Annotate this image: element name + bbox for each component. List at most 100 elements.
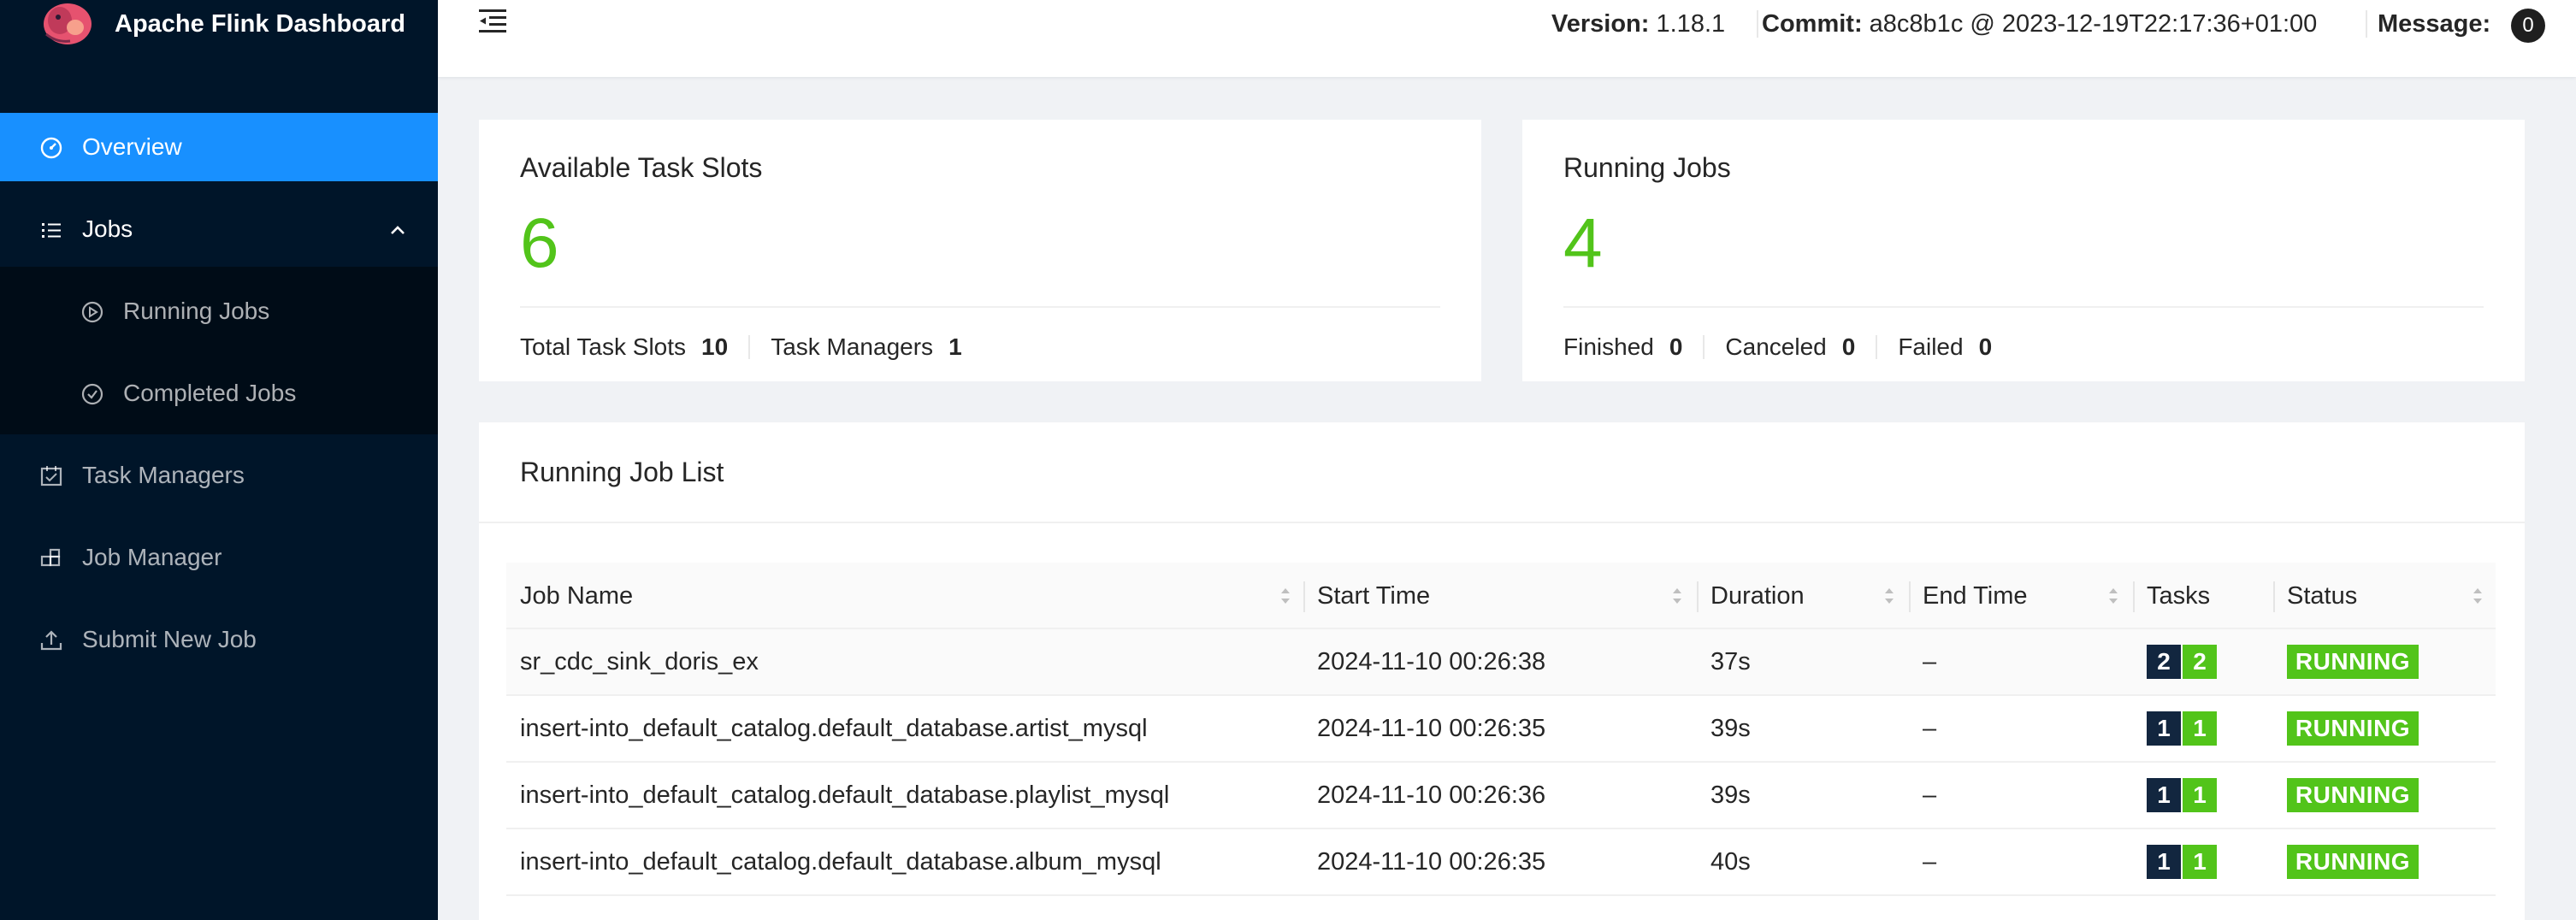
column-label: Duration <box>1710 581 1805 610</box>
start-time-cell: 2024-11-10 00:26:38 <box>1317 647 1546 675</box>
build-icon <box>40 548 61 567</box>
duration-cell: 39s <box>1710 714 1751 742</box>
header-divider <box>1757 10 1758 38</box>
available-slots-value: 6 <box>520 204 559 282</box>
divider <box>479 522 2525 523</box>
version-value: 1.18.1 <box>1656 10 1726 38</box>
sidebar: Apache Flink Dashboard Overview Jobs Run… <box>0 0 438 920</box>
table-row[interactable]: insert-into_default_catalog.default_data… <box>506 696 2496 763</box>
menu-fold-icon[interactable] <box>477 7 508 36</box>
tasks-total-badge: 1 <box>2147 778 2181 812</box>
sort-icon[interactable] <box>1669 584 1685 608</box>
end-time-cell: – <box>1923 714 1937 742</box>
divider <box>1563 306 2484 308</box>
table-row[interactable]: insert-into_default_catalog.default_data… <box>506 829 2496 896</box>
app-logo[interactable]: Apache Flink Dashboard <box>0 0 438 53</box>
commit-value: a8c8b1c @ 2023-12-19T22:17:36+01:00 <box>1869 10 2318 38</box>
column-label: Status <box>2287 581 2358 610</box>
flink-squirrel-logo-icon <box>44 3 92 44</box>
job-name-cell: insert-into_default_catalog.default_data… <box>520 714 1148 742</box>
tasks-total-badge: 1 <box>2147 845 2181 879</box>
status-badge: RUNNING <box>2287 711 2419 746</box>
tasks-running-badge: 1 <box>2183 778 2217 812</box>
column-label: End Time <box>1923 581 2028 610</box>
schedule-icon <box>40 466 62 487</box>
column-label: Start Time <box>1317 581 1431 610</box>
commit-info: Commit: a8c8b1c @ 2023-12-19T22:17:36+01… <box>1762 10 2317 38</box>
tasks-cell: 1 1 <box>2133 696 2217 761</box>
sidebar-item-jobs[interactable]: Jobs <box>0 195 438 263</box>
job-name-cell: sr_cdc_sink_doris_ex <box>520 647 759 675</box>
start-time-cell: 2024-11-10 00:26:35 <box>1317 847 1546 876</box>
status-cell: RUNNING <box>2273 829 2419 894</box>
column-header-duration[interactable]: Duration <box>1697 563 1909 629</box>
message-info[interactable]: Message: <box>2378 10 2490 38</box>
play-circle-icon <box>81 301 103 323</box>
start-time-cell: 2024-11-10 00:26:35 <box>1317 714 1546 742</box>
duration-cell: 39s <box>1710 781 1751 809</box>
canceled-value: 0 <box>1841 333 1856 360</box>
divider <box>1703 335 1705 359</box>
total-slots-value: 10 <box>701 333 729 360</box>
commit-label: Commit: <box>1762 10 1863 38</box>
version-label: Version: <box>1551 10 1650 38</box>
status-badge: RUNNING <box>2287 778 2419 812</box>
version-info: Version: 1.18.1 <box>1551 10 1725 38</box>
total-slots-label: Total Task Slots <box>520 333 687 360</box>
card-title: Available Task Slots <box>520 152 763 183</box>
message-count-badge[interactable]: 0 <box>2511 9 2545 43</box>
message-label: Message: <box>2378 10 2491 38</box>
sidebar-item-submit-new-job[interactable]: Submit New Job <box>0 605 438 674</box>
dashboard-icon <box>40 137 62 159</box>
sidebar-item-overview[interactable]: Overview <box>0 113 438 181</box>
status-cell: RUNNING <box>2273 696 2419 761</box>
sidebar-item-label: Completed Jobs <box>123 380 297 406</box>
sidebar-item-job-manager[interactable]: Job Manager <box>0 523 438 592</box>
jobs-stats: Finished 0 Canceled 0 Failed 0 <box>1563 333 1992 361</box>
tasks-total-badge: 2 <box>2147 645 2181 679</box>
upload-icon <box>40 630 62 651</box>
divider <box>520 306 1440 308</box>
end-time-cell: – <box>1923 647 1937 675</box>
sidebar-item-label: Task Managers <box>82 462 245 488</box>
tasks-cell: 2 2 <box>2133 629 2217 694</box>
sidebar-item-label: Job Manager <box>82 544 222 570</box>
job-name-cell: insert-into_default_catalog.default_data… <box>520 847 1161 876</box>
card-title: Running Jobs <box>1563 152 1731 183</box>
sort-icon[interactable] <box>1882 584 1897 608</box>
top-header: Version: 1.18.1 Commit: a8c8b1c @ 2023-1… <box>438 0 2576 77</box>
tasks-running-badge: 1 <box>2183 845 2217 879</box>
table-header: Job Name Start Time Duration End Time Ta… <box>506 563 2496 629</box>
sort-icon[interactable] <box>1278 584 1293 608</box>
sidebar-item-label: Running Jobs <box>123 298 270 324</box>
column-label: Job Name <box>520 581 634 610</box>
duration-cell: 37s <box>1710 647 1751 675</box>
canceled-label: Canceled <box>1725 333 1827 360</box>
check-circle-icon <box>81 383 103 405</box>
app-title: Apache Flink Dashboard <box>115 10 406 38</box>
unordered-list-icon <box>42 223 61 238</box>
column-header-end-time[interactable]: End Time <box>1909 563 2133 629</box>
table-row[interactable]: insert-into_default_catalog.default_data… <box>506 763 2496 829</box>
column-header-job-name[interactable]: Job Name <box>506 563 1303 629</box>
end-time-cell: – <box>1923 847 1937 876</box>
finished-label: Finished <box>1563 333 1654 360</box>
running-jobs-card: Running Jobs 4 Finished 0 Canceled 0 Fai… <box>1522 120 2525 381</box>
sidebar-item-running-jobs[interactable]: Running Jobs <box>0 277 438 345</box>
end-time-cell: – <box>1923 781 1937 809</box>
sort-icon[interactable] <box>2470 584 2485 608</box>
column-header-tasks: Tasks <box>2133 563 2273 629</box>
tasks-cell: 1 1 <box>2133 763 2217 828</box>
sidebar-item-label: Jobs <box>82 215 133 242</box>
job-name-cell: insert-into_default_catalog.default_data… <box>520 781 1170 809</box>
header-divider <box>2366 10 2367 38</box>
sidebar-item-task-managers[interactable]: Task Managers <box>0 441 438 510</box>
running-job-list-card: Running Job List Job Name Start Time Dur… <box>479 422 2525 920</box>
divider <box>748 335 751 359</box>
sort-icon[interactable] <box>2106 584 2121 608</box>
column-header-status[interactable]: Status <box>2273 563 2496 629</box>
column-header-start-time[interactable]: Start Time <box>1303 563 1697 629</box>
sidebar-item-completed-jobs[interactable]: Completed Jobs <box>0 359 438 428</box>
status-badge: RUNNING <box>2287 645 2419 679</box>
table-row[interactable]: sr_cdc_sink_doris_ex 2024-11-10 00:26:38… <box>506 629 2496 696</box>
